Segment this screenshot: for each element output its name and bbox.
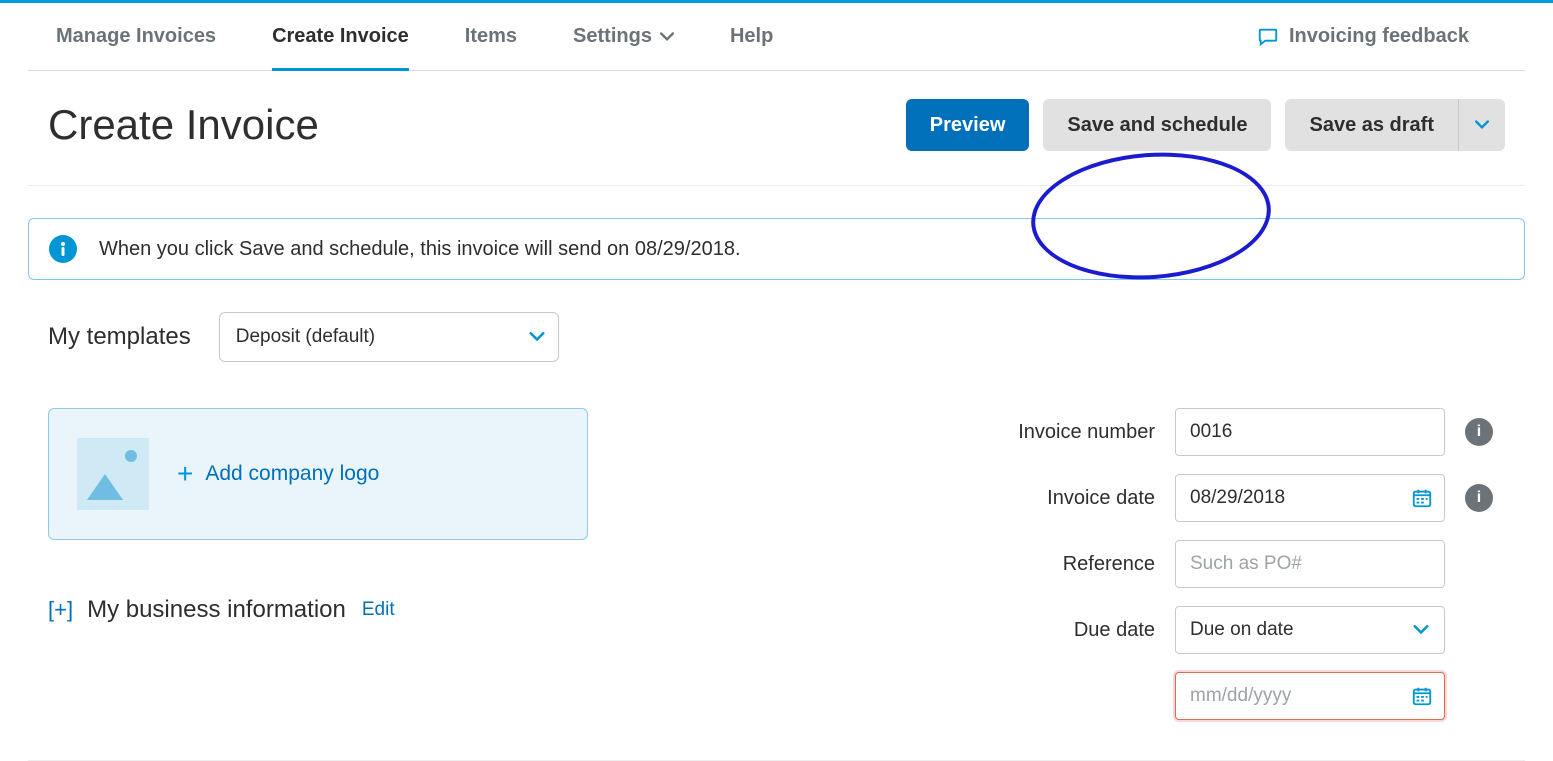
chevron-down-icon xyxy=(1475,120,1489,130)
nav-help[interactable]: Help xyxy=(702,3,801,70)
chevron-down-icon xyxy=(1413,625,1429,635)
due-date-date-input[interactable] xyxy=(1175,672,1445,720)
nav-label: Manage Invoices xyxy=(56,25,216,48)
expand-toggle[interactable]: [+] xyxy=(48,597,73,623)
info-banner: When you click Save and schedule, this i… xyxy=(28,218,1525,280)
page-title: Create Invoice xyxy=(48,101,892,149)
invoice-date-input-wrap xyxy=(1175,474,1445,522)
template-select-value: Deposit (default) xyxy=(219,312,559,362)
business-info-label: My business information xyxy=(87,596,346,624)
page-header: Create Invoice Preview Save and schedule… xyxy=(28,71,1525,186)
preview-button[interactable]: Preview xyxy=(906,99,1030,151)
nav-label: Help xyxy=(730,25,773,48)
image-placeholder-icon xyxy=(77,438,149,510)
nav-manage-invoices[interactable]: Manage Invoices xyxy=(28,3,244,70)
nav-items[interactable]: Items xyxy=(437,3,545,70)
invoice-form: + Add company logo [+] My business infor… xyxy=(28,408,1525,720)
nav-label: Settings xyxy=(573,25,652,48)
nav-label: Create Invoice xyxy=(272,25,409,48)
reference-label: Reference xyxy=(1018,553,1155,576)
invoice-date-label: Invoice date xyxy=(1018,487,1155,510)
templates-row: My templates Deposit (default) xyxy=(28,300,1525,374)
feedback-link[interactable]: Invoicing feedback xyxy=(1257,25,1525,48)
due-date-select-wrap[interactable]: Due on date xyxy=(1175,606,1445,654)
invoice-number-info-icon[interactable]: i xyxy=(1465,418,1493,446)
info-icon xyxy=(49,235,77,263)
add-logo-label: Add company logo xyxy=(205,462,379,486)
save-draft-split-button: Save as draft xyxy=(1285,99,1505,151)
invoice-number-input-wrap xyxy=(1175,408,1445,456)
template-select[interactable]: Deposit (default) xyxy=(219,312,559,362)
comment-icon xyxy=(1257,26,1279,48)
due-date-date-input-wrap xyxy=(1175,672,1445,720)
save-draft-dropdown-toggle[interactable] xyxy=(1459,99,1505,151)
feedback-label: Invoicing feedback xyxy=(1289,25,1469,48)
due-date-select-value: Due on date xyxy=(1175,606,1445,654)
invoice-number-label: Invoice number xyxy=(1018,421,1155,444)
invoice-date-input[interactable] xyxy=(1175,474,1445,522)
plus-icon: + xyxy=(177,458,193,490)
add-logo-dropzone[interactable]: + Add company logo xyxy=(48,408,588,540)
due-date-label: Due date xyxy=(1018,619,1155,642)
reference-input[interactable] xyxy=(1175,540,1445,588)
templates-label: My templates xyxy=(48,323,191,351)
calendar-icon[interactable] xyxy=(1411,487,1433,509)
business-info-row: [+] My business information Edit xyxy=(48,596,628,624)
info-text: When you click Save and schedule, this i… xyxy=(99,238,741,261)
chevron-down-icon xyxy=(660,30,674,44)
save-draft-button[interactable]: Save as draft xyxy=(1285,99,1459,151)
nav-create-invoice[interactable]: Create Invoice xyxy=(244,3,437,70)
invoice-number-input[interactable] xyxy=(1175,408,1445,456)
save-schedule-button[interactable]: Save and schedule xyxy=(1043,99,1271,151)
nav-label: Items xyxy=(465,25,517,48)
edit-link[interactable]: Edit xyxy=(362,599,395,621)
nav-settings[interactable]: Settings xyxy=(545,3,702,70)
top-nav: Manage Invoices Create Invoice Items Set… xyxy=(28,3,1525,71)
invoice-date-info-icon[interactable]: i xyxy=(1465,484,1493,512)
calendar-icon[interactable] xyxy=(1411,685,1433,707)
reference-input-wrap xyxy=(1175,540,1445,588)
